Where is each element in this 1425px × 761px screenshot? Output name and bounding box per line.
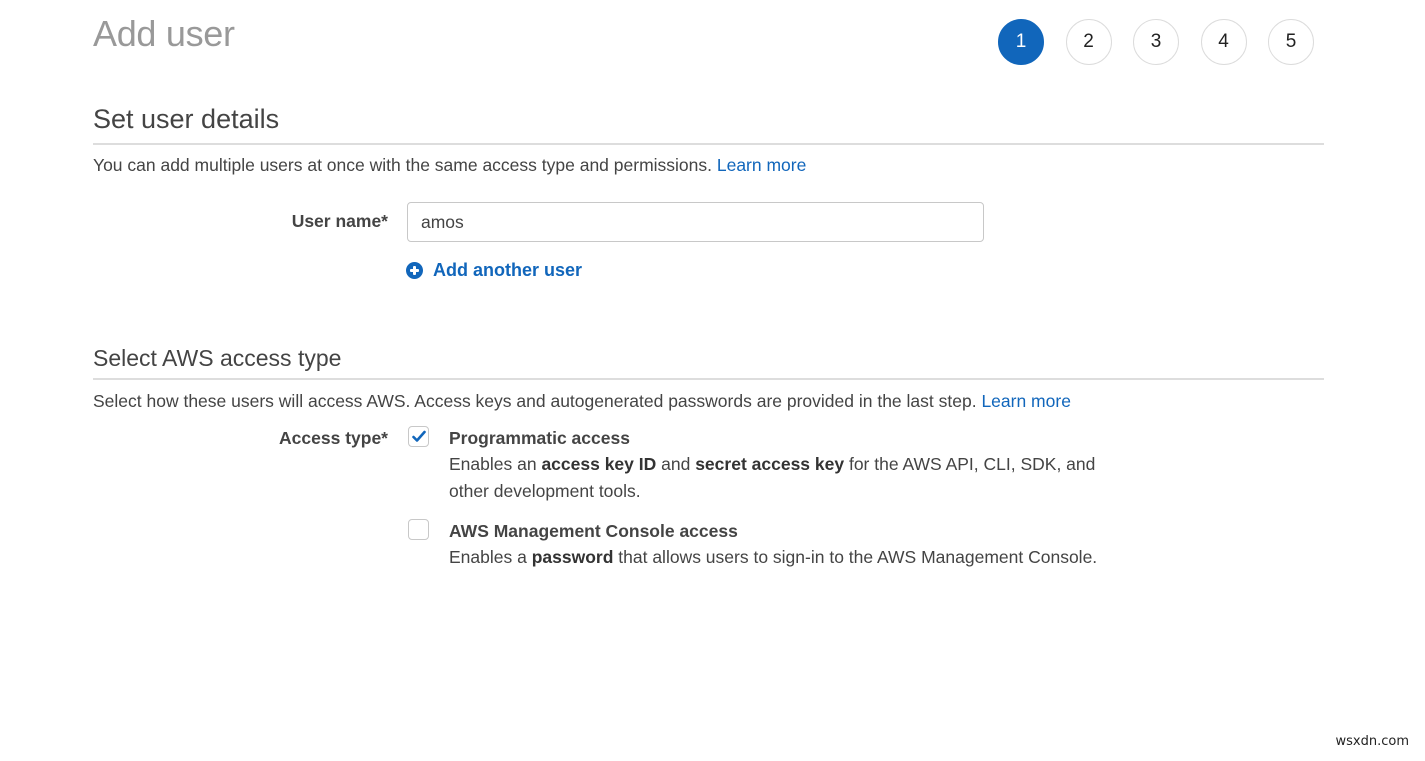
add-user-page: Add user 1 2 3 4 5 Set user details You …: [0, 0, 1425, 761]
add-another-user-button[interactable]: Add another user: [406, 260, 582, 281]
learn-more-link-user-details[interactable]: Learn more: [717, 155, 807, 175]
step-1[interactable]: 1: [998, 19, 1044, 65]
programmatic-access-description: Enables an access key ID and secret acce…: [449, 451, 1129, 505]
console-access-description: Enables a password that allows users to …: [449, 544, 1139, 571]
step-3[interactable]: 3: [1133, 19, 1179, 65]
checkmark-icon: [412, 430, 426, 442]
divider: [93, 143, 1324, 145]
desc-bold: secret access key: [695, 454, 845, 474]
section-title-user-details: Set user details: [93, 104, 280, 134]
programmatic-access-checkbox[interactable]: [408, 426, 429, 447]
user-name-input[interactable]: [407, 202, 984, 242]
divider: [93, 378, 1324, 380]
user-name-label: User name*: [291, 211, 388, 231]
console-access-title: AWS Management Console access: [449, 521, 738, 541]
add-another-user-label: Add another user: [433, 260, 583, 280]
user-details-description: You can add multiple users at once with …: [93, 155, 806, 176]
desc-text: Enables a: [449, 547, 532, 567]
step-5[interactable]: 5: [1268, 19, 1314, 65]
learn-more-link-access-type[interactable]: Learn more: [981, 391, 1071, 411]
desc-text: Enables an: [449, 454, 542, 474]
step-4[interactable]: 4: [1200, 19, 1247, 65]
desc-bold: password: [531, 547, 614, 567]
user-details-description-text: You can add multiple users at once with …: [93, 155, 717, 175]
access-type-description: Select how these users will access AWS. …: [93, 391, 1071, 412]
desc-text: and: [656, 454, 696, 474]
section-title-access-type: Select AWS access type: [93, 345, 342, 371]
step-2[interactable]: 2: [1065, 19, 1112, 65]
plus-circle-icon: [406, 262, 423, 279]
access-type-description-text: Select how these users will access AWS. …: [93, 391, 982, 411]
console-access-checkbox[interactable]: [408, 519, 429, 540]
desc-text: that allows users to sign-in to the AWS …: [613, 547, 1098, 567]
access-type-label: Access type*: [279, 428, 388, 448]
programmatic-access-title: Programmatic access: [449, 428, 630, 448]
wizard-steps: 1 2 3 4 5: [998, 19, 1336, 65]
watermark: wsxdn.com: [1335, 734, 1410, 749]
desc-bold: access key ID: [541, 454, 657, 474]
page-title: Add user: [93, 13, 235, 54]
